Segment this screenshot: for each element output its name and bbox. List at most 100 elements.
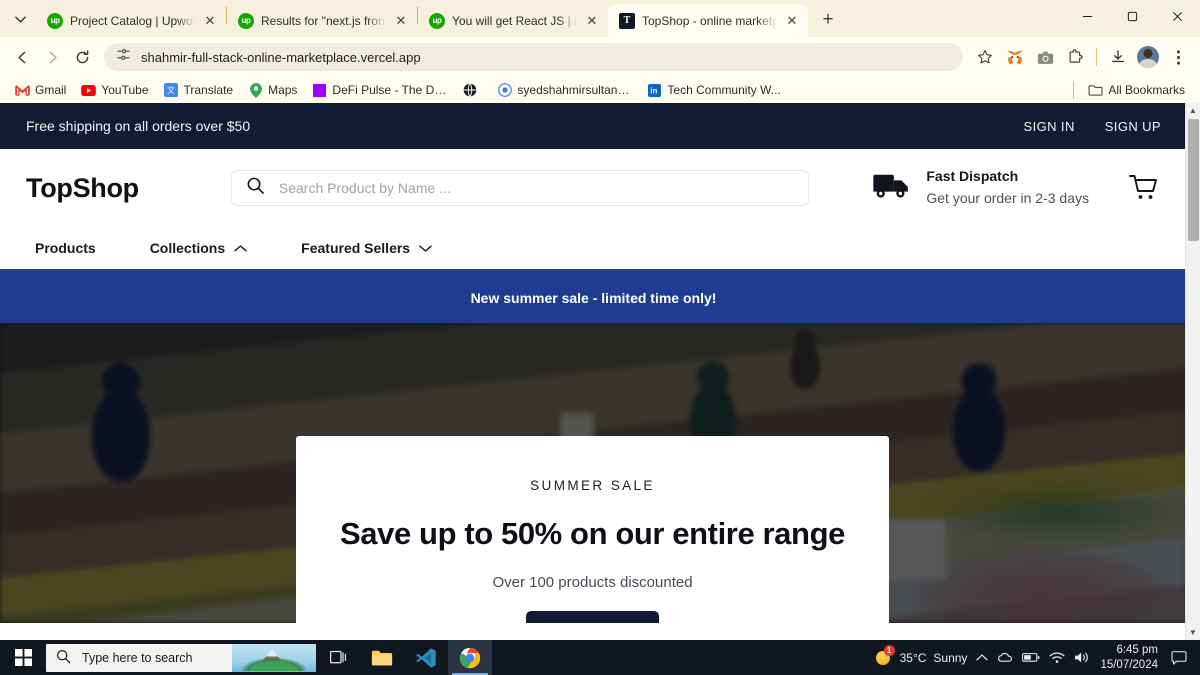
hero-promo-card: SUMMER SALE Save up to 50% on our entire… (296, 436, 889, 623)
bookmark-star-icon[interactable] (971, 43, 999, 71)
metamask-extension-icon[interactable] (1001, 43, 1029, 71)
wifi-icon[interactable] (1049, 651, 1066, 664)
search-icon (56, 649, 71, 667)
free-shipping-text: Free shipping on all orders over $50 (26, 118, 251, 134)
close-icon[interactable]: ✕ (202, 13, 218, 29)
bookmark-portfolio[interactable]: syedshahmirsultan.e... (491, 80, 638, 101)
url-text: shahmir-full-stack-online-marketplace.ve… (141, 49, 421, 65)
browser-tab[interactable]: Project Catalog | Upwork ✕ (36, 4, 226, 37)
sign-in-button[interactable]: SIGN IN (1024, 119, 1075, 134)
site-logo[interactable]: TopShop (26, 173, 139, 204)
bookmark-globe[interactable] (456, 80, 488, 101)
maps-icon (248, 82, 263, 98)
tab-title: Project Catalog | Upwork (70, 13, 195, 28)
nav-label: Collections (149, 240, 226, 256)
bookmark-label: Tech Community W... (667, 83, 781, 97)
downloads-icon[interactable] (1104, 43, 1132, 71)
windows-taskbar: Type here to search 1 35°C Sunny 6:45 pm… (0, 640, 1200, 675)
hero-kicker: SUMMER SALE (530, 478, 655, 493)
dispatch-subtitle: Get your order in 2-3 days (926, 190, 1089, 206)
clock-time: 6:45 pm (1116, 644, 1158, 657)
start-button[interactable] (0, 640, 46, 675)
cart-button[interactable] (1127, 171, 1161, 205)
tab-title: You will get React JS | React De (452, 13, 577, 28)
onedrive-icon[interactable] (997, 651, 1013, 664)
screenshot-camera-icon[interactable] (1031, 43, 1059, 71)
browser-toolbar: shahmir-full-stack-online-marketplace.ve… (0, 37, 1200, 77)
browser-tab[interactable]: You will get React JS | React De ✕ (418, 4, 608, 37)
svg-text:文: 文 (167, 85, 175, 95)
bookmark-youtube[interactable]: YouTube (75, 80, 154, 101)
bookmark-maps[interactable]: Maps (242, 80, 303, 101)
upwork-icon (47, 12, 63, 29)
bookmark-translate[interactable]: 文 Translate (158, 80, 240, 101)
shop-now-button[interactable]: Shop Now (526, 611, 659, 623)
close-icon[interactable]: ✕ (393, 13, 409, 29)
taskbar-search-placeholder: Type here to search (82, 650, 193, 665)
hero-title: Save up to 50% on our entire range (340, 516, 845, 551)
site-settings-icon[interactable] (116, 47, 131, 67)
taskbar-clock[interactable]: 6:45 pm 15/07/2024 (1100, 643, 1158, 672)
browser-tab[interactable]: Results for "next.js frontend de ✕ (227, 4, 417, 37)
volume-icon[interactable] (1074, 651, 1091, 664)
nav-label: Products (35, 240, 96, 256)
portfolio-icon (497, 83, 512, 98)
chrome-button[interactable] (448, 640, 492, 675)
weather-badge: 1 (883, 645, 895, 656)
nav-label: Featured Sellers (301, 240, 411, 256)
search-placeholder: Search Product by Name ... (278, 180, 451, 196)
window-controls (1065, 0, 1200, 37)
defipulse-icon (312, 83, 327, 98)
new-tab-button[interactable]: + (814, 6, 842, 34)
bookmark-gmail[interactable]: Gmail (9, 80, 72, 101)
browser-tab-active[interactable]: T TopShop - online marketplace ✕ (608, 4, 808, 37)
bookmark-label: syedshahmirsultan.e... (517, 83, 633, 97)
bookmark-label: Translate (183, 83, 234, 97)
bookmarks-bar: Gmail YouTube 文 Translate Maps DeFi Puls… (0, 77, 1200, 103)
chrome-menu-icon[interactable] (1164, 43, 1192, 71)
truck-icon (872, 172, 912, 205)
file-explorer-button[interactable] (360, 640, 404, 675)
close-icon[interactable]: ✕ (784, 13, 800, 29)
maximize-icon[interactable] (1110, 0, 1155, 32)
battery-icon[interactable] (1022, 652, 1040, 663)
nav-item-products[interactable]: Products (26, 236, 105, 260)
reload-icon[interactable] (68, 43, 96, 71)
close-window-icon[interactable] (1155, 0, 1200, 32)
page-scrollbar[interactable]: ▲ ▼ (1185, 103, 1200, 640)
taskbar-search-input[interactable]: Type here to search (46, 643, 316, 672)
tab-strip: Project Catalog | Upwork ✕ Results for "… (0, 0, 1200, 37)
tab-search-icon[interactable] (6, 5, 34, 33)
extensions-puzzle-icon[interactable] (1061, 43, 1089, 71)
sign-up-button[interactable]: SIGN UP (1105, 119, 1161, 134)
scroll-down-arrow[interactable]: ▼ (1186, 625, 1200, 640)
toolbar-divider (1096, 48, 1097, 66)
back-icon[interactable] (8, 43, 36, 71)
close-icon[interactable]: ✕ (584, 13, 600, 29)
forward-icon[interactable] (38, 43, 66, 71)
vs-code-button[interactable] (404, 640, 448, 675)
scroll-up-arrow[interactable]: ▲ (1186, 103, 1200, 118)
minimize-icon[interactable] (1065, 0, 1110, 32)
nav-item-collections[interactable]: Collections (141, 236, 256, 260)
sale-strip[interactable]: New summer sale - limited time only! (0, 272, 1187, 323)
account-actions: SIGN IN SIGN UP (1024, 119, 1161, 134)
upwork-icon (238, 12, 254, 29)
linkedin-icon: in (647, 83, 662, 98)
task-view-button[interactable] (316, 640, 360, 675)
show-hidden-icons-chevron[interactable] (976, 653, 989, 662)
all-bookmarks-label: All Bookmarks (1108, 83, 1185, 97)
weather-widget[interactable]: 1 35°C Sunny (874, 645, 967, 667)
all-bookmarks-button[interactable]: All Bookmarks (1082, 80, 1191, 101)
bookmark-tech-community[interactable]: in Tech Community W... (641, 80, 786, 101)
address-bar[interactable]: shahmir-full-stack-online-marketplace.ve… (104, 43, 963, 71)
search-input[interactable]: Search Product by Name ... (230, 170, 809, 206)
page-viewport: Free shipping on all orders over $50 SIG… (0, 103, 1200, 640)
folder-icon (1088, 83, 1103, 98)
scrollbar-thumb[interactable] (1188, 119, 1199, 241)
notifications-icon[interactable] (1167, 650, 1191, 665)
nav-item-featured-sellers[interactable]: Featured Sellers (292, 236, 441, 260)
search-icon (246, 176, 265, 200)
bookmark-defipulse[interactable]: DeFi Pulse - The De... (306, 80, 453, 101)
profile-avatar[interactable] (1134, 43, 1162, 71)
